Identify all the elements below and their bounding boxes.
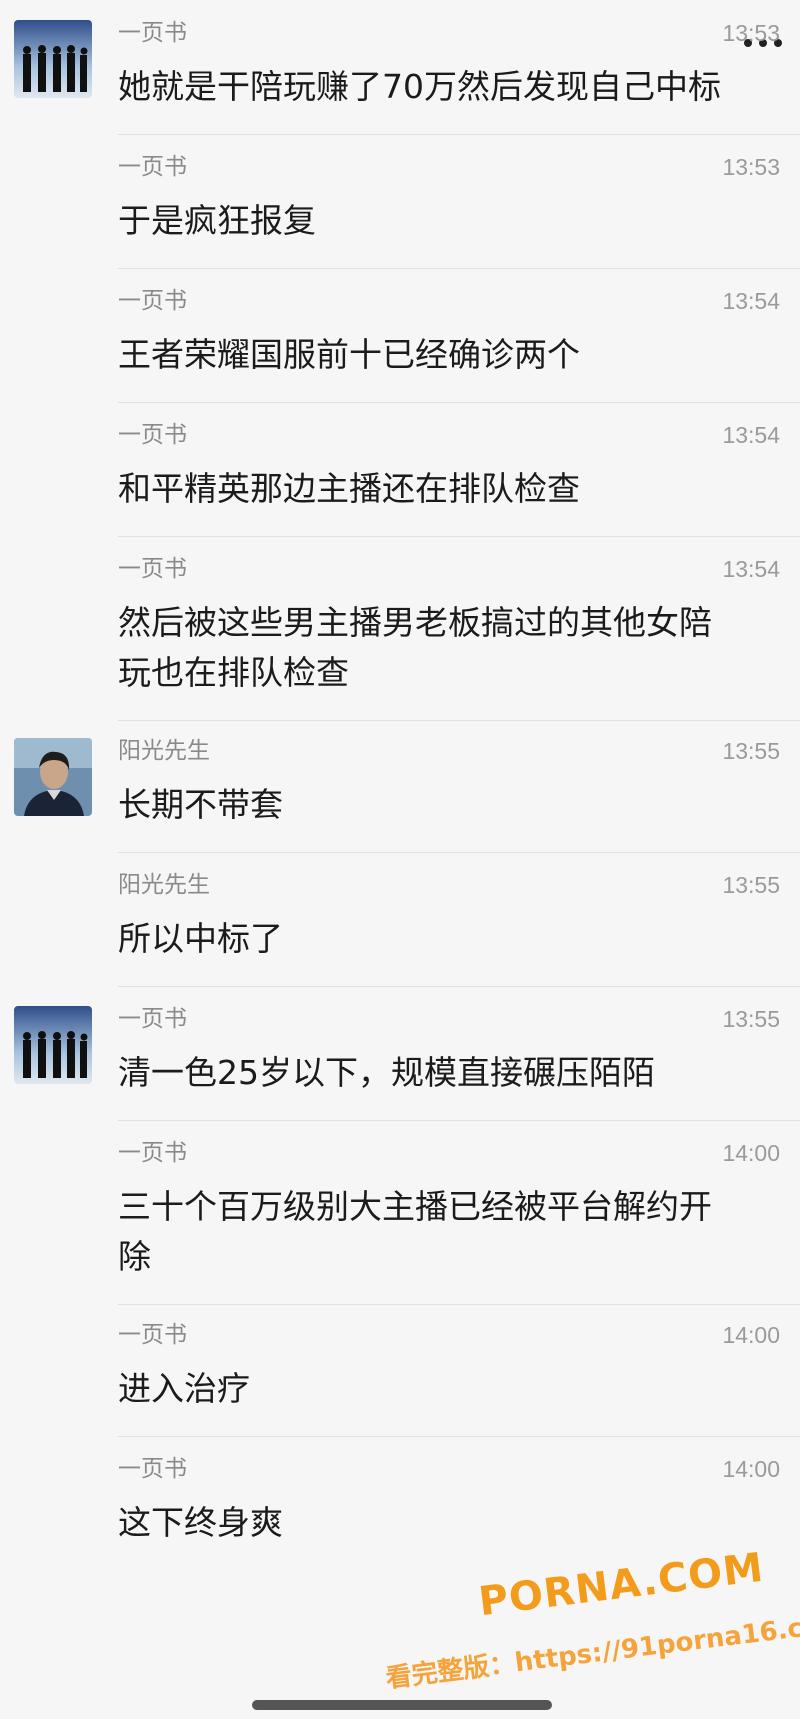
list-item: 一页书 13:53 她就是干陪玩赚了70万然后发现自己中标 (0, 18, 800, 138)
list-item: 一页书 13:54 然后被这些男主播男老板搞过的其他女陪玩也在排队检查 (0, 554, 800, 724)
sender-name: 阳光先生 (118, 738, 210, 764)
watermark-url: 看完整版：https://91porna16.com (384, 1607, 800, 1695)
sender-name: 一页书 (118, 288, 187, 314)
divider (118, 1304, 800, 1305)
divider (118, 134, 800, 135)
divider (118, 1436, 800, 1437)
sender-name: 一页书 (118, 20, 187, 46)
divider (118, 402, 800, 403)
message-text: 进入治疗 (118, 1369, 250, 1408)
avatar[interactable] (14, 20, 92, 98)
divider (118, 1120, 800, 1121)
sender-name: 一页书 (118, 422, 187, 448)
message-text: 这下终身爽 (118, 1503, 283, 1542)
message-time: 14:00 (722, 1140, 780, 1166)
divider (118, 536, 800, 537)
list-item: 一页书 13:53 于是疯狂报复 (0, 152, 800, 272)
sender-name: 一页书 (118, 154, 187, 180)
message-text: 清一色25岁以下，规模直接碾压陌陌 (118, 1053, 655, 1092)
divider (118, 852, 800, 853)
message-text: 所以中标了 (118, 919, 283, 958)
message-time: 13:55 (722, 738, 780, 764)
list-item: 一页书 14:00 三十个百万级别大主播已经被平台解约开除 (0, 1138, 800, 1308)
sender-name: 一页书 (118, 556, 187, 582)
divider (118, 720, 800, 721)
list-item: 一页书 13:54 王者荣耀国服前十已经确诊两个 (0, 286, 800, 406)
sender-name: 一页书 (118, 1456, 187, 1482)
group-silhouettes-avatar (14, 1006, 92, 1084)
message-text: 于是疯狂报复 (118, 201, 316, 240)
message-time: 14:00 (722, 1322, 780, 1348)
message-time: 14:00 (722, 1456, 780, 1482)
list-item: 一页书 13:54 和平精英那边主播还在排队检查 (0, 420, 800, 540)
avatar[interactable] (14, 738, 92, 816)
divider (118, 268, 800, 269)
list-item: 阳光先生 13:55 所以中标了 (0, 870, 800, 990)
message-time: 13:53 (722, 154, 780, 180)
group-silhouettes-avatar (14, 20, 92, 98)
message-time: 13:55 (722, 872, 780, 898)
list-item: 一页书 14:00 进入治疗 (0, 1320, 800, 1440)
message-text: 然后被这些男主播男老板搞过的其他女陪玩也在排队检查 (118, 603, 712, 692)
message-time: 13:53 (722, 20, 780, 46)
list-item: 阳光先生 13:55 长期不带套 (0, 736, 800, 856)
message-time: 13:54 (722, 422, 780, 448)
message-time: 13:54 (722, 288, 780, 314)
list-item: 一页书 13:55 清一色25岁以下，规模直接碾压陌陌 (0, 1004, 800, 1124)
sender-name: 一页书 (118, 1322, 187, 1348)
message-text: 和平精英那边主播还在排队检查 (118, 469, 580, 508)
sender-name: 一页书 (118, 1140, 187, 1166)
home-indicator[interactable] (252, 1700, 552, 1710)
sender-name: 阳光先生 (118, 872, 210, 898)
avatar[interactable] (14, 1006, 92, 1084)
man-portrait-avatar (14, 738, 92, 816)
message-text: 她就是干陪玩赚了70万然后发现自己中标 (118, 67, 721, 106)
message-text: 王者荣耀国服前十已经确诊两个 (118, 335, 580, 374)
message-text: 三十个百万级别大主播已经被平台解约开除 (118, 1187, 712, 1276)
sender-name: 一页书 (118, 1006, 187, 1032)
message-text: 长期不带套 (118, 785, 283, 824)
message-time: 13:55 (722, 1006, 780, 1032)
message-time: 13:54 (722, 556, 780, 582)
divider (118, 986, 800, 987)
